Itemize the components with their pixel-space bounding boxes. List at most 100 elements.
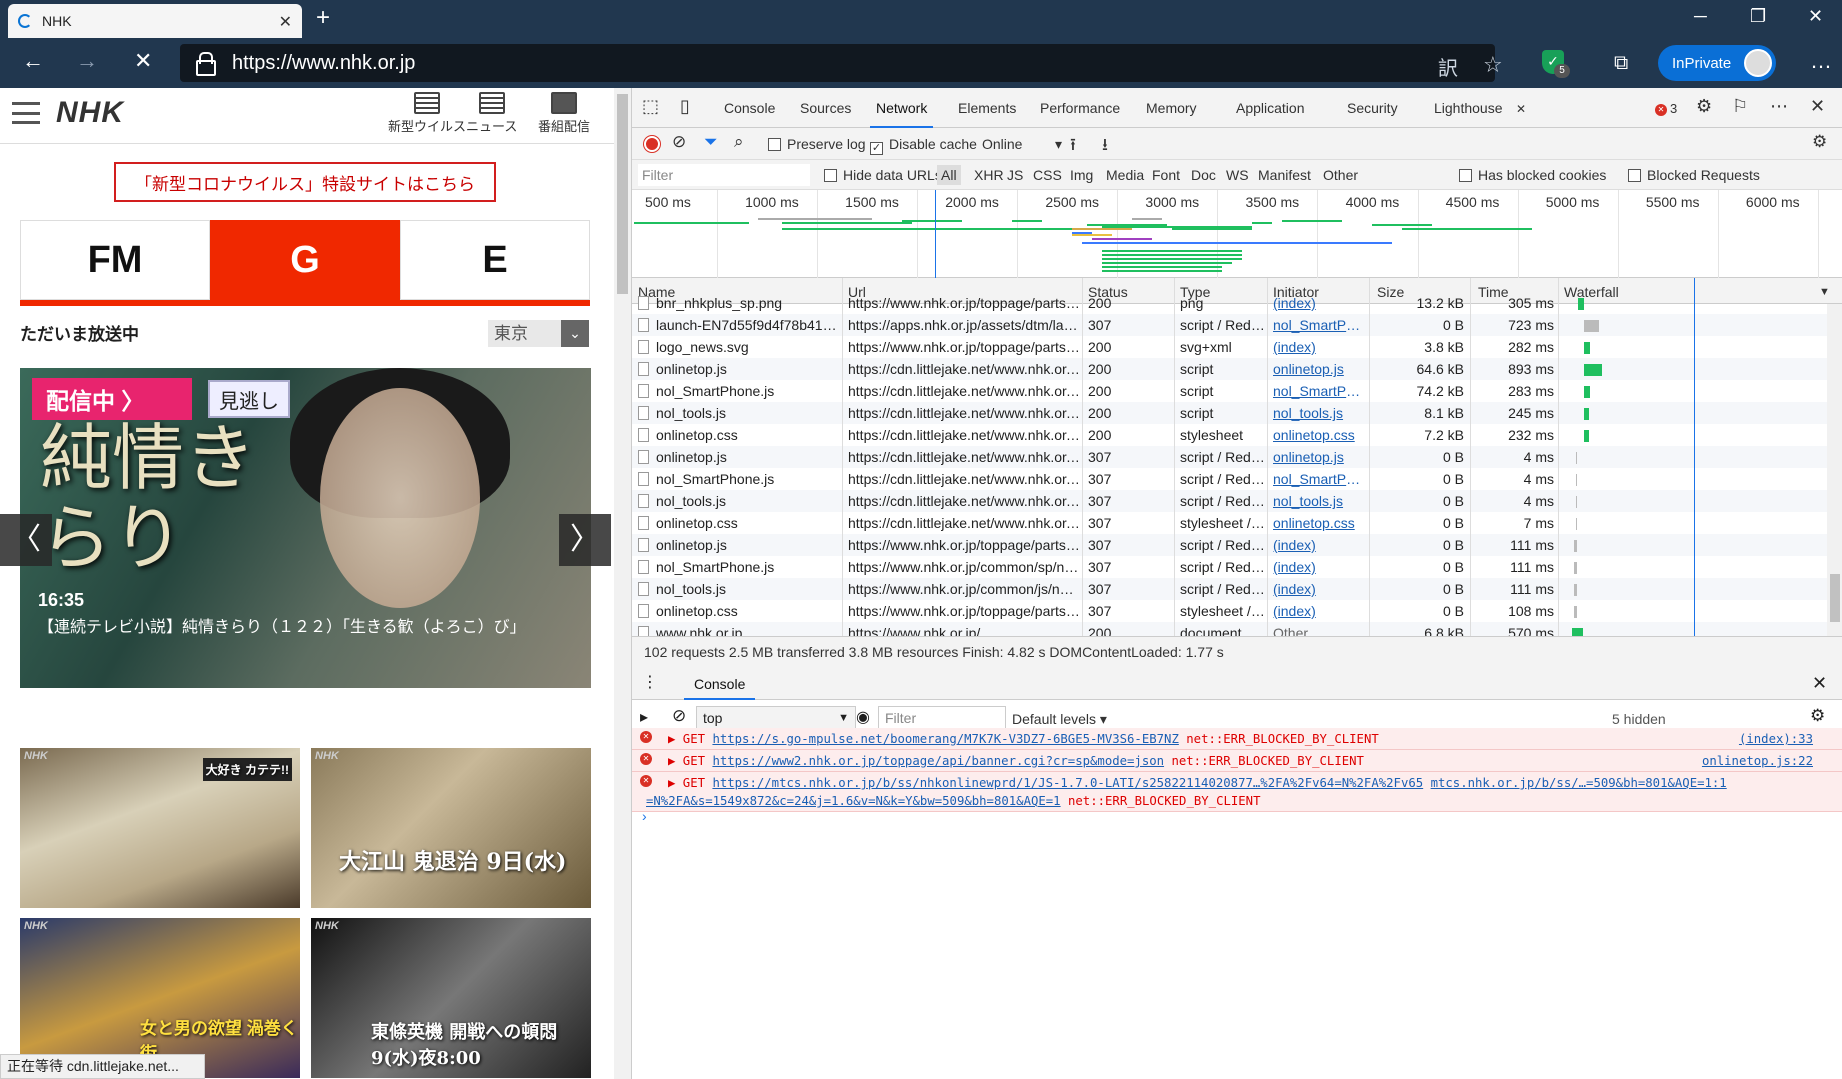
table-row[interactable]: bnr_nhkplus_sp.png https://www.nhk.or.jp/… [632,292,1827,314]
console-prompt[interactable]: › [642,808,647,824]
request-initiator[interactable]: onlinetop.css [1273,512,1367,534]
filter-type-img[interactable]: Img [1070,167,1093,183]
filter-type-all[interactable]: All [937,165,961,185]
blocked-requests-checkbox[interactable]: Blocked Requests [1628,167,1760,183]
network-settings-icon[interactable]: ⚙ [1812,132,1827,152]
disable-cache-checkbox[interactable]: ✓ Disable cache [870,136,977,155]
request-initiator[interactable]: nol_SmartPho... [1273,314,1367,336]
page-scrollbar[interactable] [614,88,631,1079]
device-toolbar-icon[interactable]: ▯ [680,96,690,117]
program-thumbnail[interactable]: NHK 東條英機 開戦への頓悶 9(水)夜8:00 [311,918,591,1078]
network-filter-input[interactable]: Filter [638,164,810,186]
console-error-message[interactable]: ✕ ▶ GET https://mtcs.nhk.or.jp/b/ss/nhko… [632,772,1842,812]
network-overview-timeline[interactable]: 500 ms 1000 ms 1500 ms 2000 ms 2500 ms 3000 m… [632,190,1842,278]
filter-type-xhr[interactable]: XHR [974,167,1004,183]
live-streaming-badge[interactable]: 配信中 〉 [32,378,192,420]
request-initiator[interactable]: nol_tools.js [1273,490,1367,512]
nhk-logo[interactable]: NHK [56,96,124,130]
drawer-close-icon[interactable]: ✕ [1812,673,1827,694]
table-row[interactable]: logo_news.svg https://www.nhk.or.jp/toppa… [632,336,1827,358]
request-url-link[interactable]: =N%2FA&s=1549x872&c=24&j=1.6&v=N&k=Y&bw=… [646,794,1061,808]
table-row[interactable]: www.nhk.or.jp https://www.nhk.or.jp/200 do… [632,622,1827,636]
new-tab-button[interactable]: + [316,4,330,32]
extension-shield-icon[interactable]: ✓ 5 [1542,50,1570,78]
header-link-streaming[interactable]: 番組配信 [538,92,590,135]
on-air-hero[interactable]: 純情きらり 配信中 〉 見逃し 16:35 【連続テレビ小説】純情きらり（１２２… [20,368,591,688]
devtools-close-icon[interactable]: ✕ [1810,96,1825,117]
hide-data-urls-checkbox[interactable]: Hide data URLs [824,167,942,183]
filter-type-doc[interactable]: Doc [1191,167,1216,183]
filter-type-media[interactable]: Media [1106,167,1144,183]
console-sidebar-icon[interactable]: ▸ [640,707,648,727]
table-row[interactable]: nol_tools.js https://cdn.littlejake.net/w… [632,402,1827,424]
carousel-next-icon[interactable]: 〉 [559,514,611,566]
request-initiator[interactable]: (index) [1273,578,1367,600]
table-row[interactable]: launch-EN7d55f9d4f78b41259... https://app… [632,314,1827,336]
inspect-element-icon[interactable]: ⬚ [642,96,659,117]
export-har-icon[interactable]: ⭳ [1102,132,1108,161]
search-icon[interactable]: ⌕ [734,132,744,152]
rewatch-button[interactable]: 見逃し [208,380,290,418]
request-initiator[interactable]: nol_SmartPho... [1273,468,1367,490]
log-levels-select[interactable]: Default levels ▾ [1012,711,1107,728]
favorite-star-icon[interactable]: ☆ [1483,52,1503,78]
tab-performance[interactable]: Performance [1040,100,1120,116]
request-initiator[interactable]: (index) [1273,600,1367,622]
tab-security[interactable]: Security [1347,100,1398,116]
console-settings-icon[interactable]: ⚙ [1810,706,1825,726]
clear-icon[interactable]: ⊘ [672,132,686,152]
filter-type-css[interactable]: CSS [1033,167,1062,183]
filter-type-other[interactable]: Other [1323,167,1358,183]
browser-menu-icon[interactable]: … [1810,48,1832,74]
request-url-link[interactable]: https://www2.nhk.or.jp/toppage/api/banne… [712,754,1164,768]
channel-tab-g[interactable]: G [210,220,400,300]
table-scroll-thumb[interactable] [1830,574,1840,622]
console-filter-input[interactable]: Filter [878,706,1006,730]
table-row[interactable]: onlinetop.js https://cdn.littlejake.net/w… [632,446,1827,468]
window-close-icon[interactable]: ✕ [1808,6,1823,27]
more-options-icon[interactable]: ⋯ [1770,96,1788,117]
drawer-tab-console[interactable]: Console [684,666,756,700]
live-expression-eye-icon[interactable]: ◉ [856,707,870,727]
feedback-icon[interactable]: ⚐ [1732,96,1748,117]
filter-type-js[interactable]: JS [1007,167,1023,183]
program-thumbnail[interactable]: NHK 大江山 鬼退治 9日(水) [311,748,591,908]
filter-icon[interactable]: ⏷ [704,132,718,152]
settings-gear-icon[interactable]: ⚙ [1696,96,1712,117]
tab-close-icon[interactable]: ✕ [279,12,292,32]
drawer-menu-icon[interactable]: ⋮ [642,672,658,692]
page-scroll-thumb[interactable] [617,94,628,294]
header-link-news[interactable]: ニュース [466,92,517,135]
request-initiator[interactable]: (index) [1273,336,1367,358]
tab-elements[interactable]: Elements [958,100,1016,116]
channel-tab-fm[interactable]: FM [20,220,210,300]
console-error-message[interactable]: ✕ ▶ GET https://s.go-mpulse.net/boomeran… [632,728,1842,750]
minimize-icon[interactable]: ─ [1694,6,1707,27]
channel-tab-e[interactable]: E [400,220,590,300]
filter-type-manifest[interactable]: Manifest [1258,167,1311,183]
preserve-log-checkbox[interactable]: Preserve log [768,136,866,152]
region-select[interactable]: 東京 ⌄ [488,320,589,347]
header-link-virus[interactable]: 新型ウイルス [388,92,466,135]
error-count-badge[interactable]: 3 [1655,101,1677,116]
table-row[interactable]: onlinetop.css https://cdn.littlejake.net/… [632,512,1827,534]
source-link[interactable]: (index):33 [1739,730,1813,748]
request-initiator[interactable]: onlinetop.js [1273,358,1367,380]
request-initiator[interactable]: nol_tools.js [1273,402,1367,424]
table-row[interactable]: nol_SmartPhone.js https://cdn.littlejake.… [632,468,1827,490]
request-initiator[interactable]: nol_SmartPho... [1273,380,1367,402]
translate-icon[interactable]: 訳 [1438,52,1458,81]
tab-lighthouse[interactable]: Lighthouse [1434,100,1503,116]
table-row[interactable]: nol_tools.js https://cdn.littlejake.net/w… [632,490,1827,512]
console-clear-icon[interactable]: ⊘ [672,706,686,726]
program-thumbnail[interactable]: NHK 大好き カテテ!! [20,748,300,908]
tab-network[interactable]: Network [869,100,934,128]
request-initiator[interactable]: onlinetop.js [1273,446,1367,468]
request-initiator[interactable]: (index) [1273,534,1367,556]
stop-icon[interactable]: ✕ [134,48,152,74]
table-scrollbar[interactable] [1827,304,1842,636]
table-row[interactable]: onlinetop.css https://www.nhk.or.jp/toppa… [632,600,1827,622]
back-icon[interactable]: ← [22,48,44,74]
record-button[interactable] [644,136,660,152]
table-row[interactable]: nol_SmartPhone.js https://cdn.littlejake.… [632,380,1827,402]
